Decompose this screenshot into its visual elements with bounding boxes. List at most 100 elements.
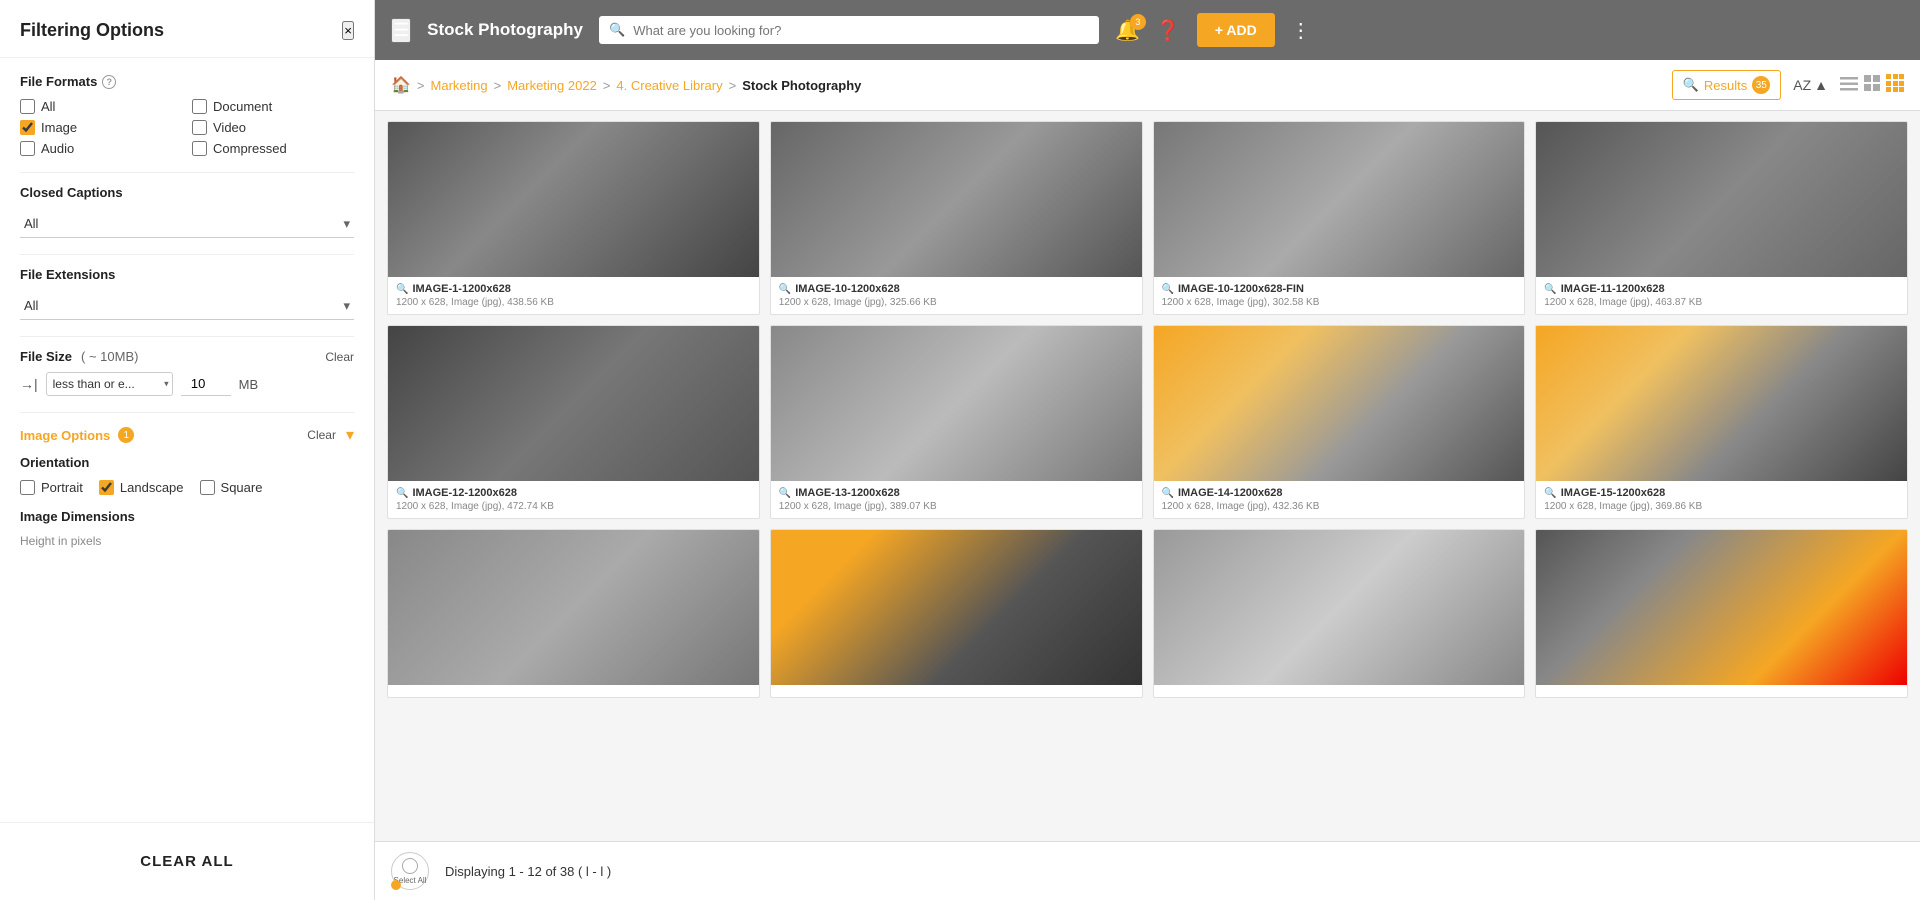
image-thumbnail xyxy=(1154,122,1525,277)
home-icon[interactable]: 🏠 xyxy=(391,75,411,95)
checkbox-audio[interactable]: Audio xyxy=(20,141,182,156)
top-navigation: ☰ Stock Photography 🔍 🔔 3 ❓ + ADD ⋮ xyxy=(375,0,1920,60)
sidebar-panel: Filtering Options × File Formats ? All D… xyxy=(0,0,375,900)
image-card[interactable]: 🔍IMAGE-12-1200x6281200 x 628, Image (jpg… xyxy=(387,325,760,519)
hamburger-icon[interactable]: ☰ xyxy=(391,18,411,43)
checkbox-all[interactable]: All xyxy=(20,99,182,114)
image-card[interactable]: 🔍 IMAGE-10-1200x628-FIN 1200 x 628, Image … xyxy=(1153,121,1526,315)
sidebar-header: Filtering Options × xyxy=(0,0,374,58)
breadcrumb-creative-library[interactable]: 4. Creative Library xyxy=(616,78,722,93)
checkbox-audio-input[interactable] xyxy=(20,141,35,156)
file-extensions-dropdown-wrapper: All jpg png gif svg ▾ xyxy=(20,292,354,320)
sidebar-body: File Formats ? All Document Image Video … xyxy=(0,58,374,822)
image-info xyxy=(1154,685,1525,697)
checkbox-landscape[interactable]: Landscape xyxy=(99,480,184,495)
closed-captions-section: Closed Captions xyxy=(20,185,354,200)
search-icon: 🔍 xyxy=(1162,284,1174,295)
image-card[interactable] xyxy=(770,529,1143,698)
checkbox-image[interactable]: Image xyxy=(20,120,182,135)
image-card[interactable] xyxy=(1153,529,1526,698)
file-size-unit: MB xyxy=(239,377,259,392)
breadcrumb: 🏠 > Marketing > Marketing 2022 > 4. Crea… xyxy=(391,75,861,95)
image-card[interactable]: 🔍IMAGE-13-1200x6281200 x 628, Image (jpg… xyxy=(770,325,1143,519)
notification-badge: 3 xyxy=(1130,14,1146,30)
file-size-clear-link[interactable]: Clear xyxy=(325,350,354,364)
image-thumbnail xyxy=(1154,530,1525,685)
more-options-button[interactable]: ⋮ xyxy=(1291,18,1311,43)
checkbox-portrait-input[interactable] xyxy=(20,480,35,495)
clear-all-button[interactable]: CLEAR ALL xyxy=(20,839,354,884)
search-icon: 🔍 xyxy=(396,488,408,499)
image-card[interactable]: 🔍IMAGE-14-1200x6281200 x 628, Image (jpg… xyxy=(1153,325,1526,519)
image-name: IMAGE-1-1200x628 xyxy=(412,283,510,295)
chevron-down-icon[interactable]: ▾ xyxy=(346,425,354,445)
checkbox-document-input[interactable] xyxy=(192,99,207,114)
breadcrumb-marketing-2022[interactable]: Marketing 2022 xyxy=(507,78,597,93)
file-formats-grid: All Document Image Video Audio Compresse… xyxy=(20,99,354,156)
file-extensions-select[interactable]: All jpg png gif svg xyxy=(20,292,354,320)
image-card[interactable] xyxy=(1535,529,1908,698)
orientation-controls: Portrait Landscape Square xyxy=(20,480,354,495)
image-thumbnail xyxy=(1536,326,1907,481)
breadcrumb-marketing[interactable]: Marketing xyxy=(431,78,488,93)
file-size-input[interactable] xyxy=(181,372,231,396)
sort-up-icon: ▲ xyxy=(1814,77,1828,93)
closed-captions-select[interactable]: All Yes No xyxy=(20,210,354,238)
image-name: IMAGE-14-1200x628 xyxy=(1178,487,1283,499)
image-options-label: Image Options xyxy=(20,428,110,443)
image-card[interactable]: 🔍IMAGE-10-1200x6281200 x 628, Image (jpg… xyxy=(770,121,1143,315)
view-grid-small-button[interactable] xyxy=(1864,74,1880,97)
checkbox-compressed-input[interactable] xyxy=(192,141,207,156)
checkbox-all-input[interactable] xyxy=(20,99,35,114)
image-meta: 1200 x 628, Image (jpg), 472.74 KB xyxy=(396,501,751,512)
search-input[interactable] xyxy=(633,23,1089,38)
app-title: Stock Photography xyxy=(427,20,583,40)
file-formats-help-icon[interactable]: ? xyxy=(102,75,116,89)
closed-captions-dropdown-wrapper: All Yes No ▾ xyxy=(20,210,354,238)
checkbox-image-input[interactable] xyxy=(20,120,35,135)
checkbox-square-input[interactable] xyxy=(200,480,215,495)
help-button[interactable]: ❓ xyxy=(1156,18,1181,43)
checkbox-document[interactable]: Document xyxy=(192,99,354,114)
file-size-operator-select[interactable]: less than or e... greater than or e... e… xyxy=(46,372,173,396)
image-info: 🔍IMAGE-10-1200x6281200 x 628, Image (jpg… xyxy=(771,277,1142,314)
search-bar: 🔍 xyxy=(599,16,1099,44)
orange-dot xyxy=(391,880,401,890)
image-meta: 1200 x 628, Image (jpg), 432.36 KB xyxy=(1162,501,1517,512)
image-options-header: Image Options 1 Clear ▾ xyxy=(20,425,354,445)
notification-button[interactable]: 🔔 3 xyxy=(1115,18,1140,43)
checkbox-video-input[interactable] xyxy=(192,120,207,135)
image-thumbnail xyxy=(771,326,1142,481)
image-thumbnail xyxy=(1536,530,1907,685)
orientation-section: Orientation xyxy=(20,455,354,470)
file-size-label: File Size ( ~ 10MB) xyxy=(20,349,138,364)
close-button[interactable]: × xyxy=(342,21,354,40)
image-meta: 1200 x 628, Image (jpg), 302.58 KB xyxy=(1162,297,1517,308)
image-card[interactable]: 🔍IMAGE-1-1200x6281200 x 628, Image (jpg)… xyxy=(387,121,760,315)
image-options-clear-link[interactable]: Clear xyxy=(307,428,336,442)
file-size-row: File Size ( ~ 10MB) Clear xyxy=(20,349,354,364)
main-content: ☰ Stock Photography 🔍 🔔 3 ❓ + ADD ⋮ 🏠 > … xyxy=(375,0,1920,900)
checkbox-portrait[interactable]: Portrait xyxy=(20,480,83,495)
arrow-right-icon: →| xyxy=(20,376,38,392)
view-list-button[interactable] xyxy=(1840,74,1858,97)
image-info xyxy=(388,685,759,697)
results-button[interactable]: 🔍 Results 35 xyxy=(1672,70,1782,100)
add-button[interactable]: + ADD xyxy=(1197,13,1275,47)
checkbox-video[interactable]: Video xyxy=(192,120,354,135)
image-card[interactable]: 🔍IMAGE-15-1200x6281200 x 628, Image (jpg… xyxy=(1535,325,1908,519)
image-info: 🔍IMAGE-14-1200x6281200 x 628, Image (jpg… xyxy=(1154,481,1525,518)
image-name: IMAGE-10-1200x628-FIN xyxy=(1178,283,1304,295)
file-formats-section: File Formats ? xyxy=(20,74,354,89)
search-icon: 🔍 xyxy=(779,284,791,295)
image-card[interactable] xyxy=(387,529,760,698)
image-card[interactable]: 🔍IMAGE-11-1200x6281200 x 628, Image (jpg… xyxy=(1535,121,1908,315)
image-dimensions-sublabel: Height in pixels xyxy=(20,534,354,548)
checkbox-square[interactable]: Square xyxy=(200,480,263,495)
sort-az-button[interactable]: AZ ▲ xyxy=(1793,77,1828,93)
view-grid-large-button[interactable] xyxy=(1886,74,1904,97)
checkbox-landscape-input[interactable] xyxy=(99,480,114,495)
checkbox-compressed[interactable]: Compressed xyxy=(192,141,354,156)
image-thumbnail xyxy=(771,530,1142,685)
view-toggle xyxy=(1840,74,1904,97)
